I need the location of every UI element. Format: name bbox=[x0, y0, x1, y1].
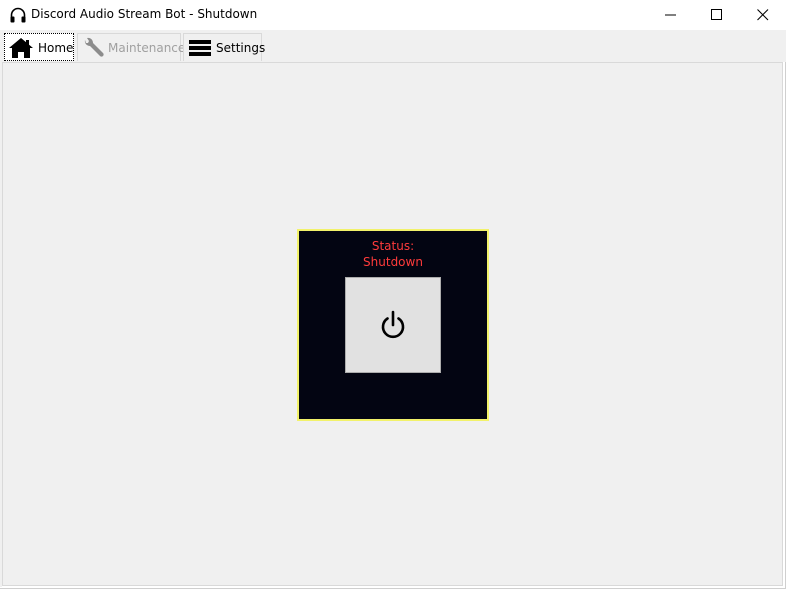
status-box: Status: Shutdown bbox=[297, 229, 489, 421]
tab-home[interactable]: Home bbox=[4, 33, 74, 61]
window-title: Discord Audio Stream Bot - Shutdown bbox=[31, 7, 258, 21]
maximize-button[interactable] bbox=[694, 0, 740, 30]
tab-maintenance-label: Maintenance bbox=[108, 41, 186, 55]
power-button[interactable] bbox=[345, 277, 441, 373]
status-title: Status: bbox=[371, 239, 415, 253]
tab-home-label: Home bbox=[38, 41, 74, 55]
minimize-icon bbox=[665, 14, 676, 16]
tab-settings[interactable]: Settings bbox=[183, 33, 266, 62]
maximize-icon bbox=[711, 9, 722, 20]
wrench-icon bbox=[81, 37, 105, 62]
close-button[interactable] bbox=[740, 0, 786, 30]
minimize-button[interactable] bbox=[648, 0, 694, 30]
status-value: Shutdown bbox=[363, 255, 423, 269]
headphones-icon bbox=[9, 6, 27, 24]
tab-maintenance[interactable]: Maintenance bbox=[77, 33, 185, 62]
title-bar[interactable]: Discord Audio Stream Bot - Shutdown bbox=[0, 0, 786, 30]
tab-settings-label: Settings bbox=[216, 41, 266, 55]
close-icon bbox=[757, 9, 769, 21]
app-window: Discord Audio Stream Bot - Shutdown Home… bbox=[0, 0, 786, 589]
power-icon bbox=[381, 310, 405, 339]
menu-lines-icon bbox=[187, 37, 213, 62]
home-icon bbox=[8, 37, 34, 62]
